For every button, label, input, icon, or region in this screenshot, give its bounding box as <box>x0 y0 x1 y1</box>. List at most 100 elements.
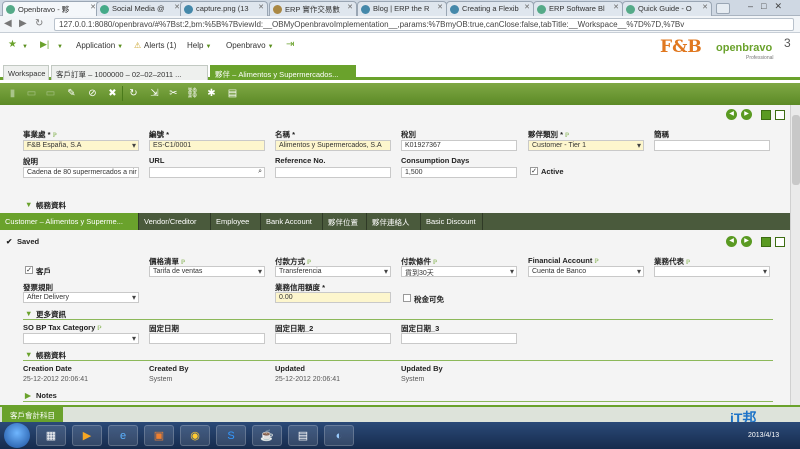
restore-icon[interactable] <box>775 237 785 247</box>
tab-business-partner[interactable]: 夥伴 – Alimentos y Supermercados... <box>210 65 356 80</box>
dropdown-icon[interactable]: ▼ <box>55 41 63 50</box>
subtab-customer[interactable]: Customer – Alimentos y Superme... <box>0 213 139 230</box>
financial-account-select[interactable]: Cuenta de Banco <box>528 266 644 277</box>
code-input[interactable]: ES-C1/0001 <box>149 140 265 151</box>
collapse-icon[interactable]: ▼ <box>25 200 32 209</box>
logout-icon[interactable]: ⇥ <box>286 39 294 50</box>
save-close-icon[interactable]: ▭ <box>43 86 58 101</box>
browser-tab[interactable]: Creating a Flexib ✕ <box>446 1 534 16</box>
reload-icon[interactable]: ↻ <box>35 19 43 29</box>
close-icon[interactable]: ✕ <box>347 3 353 11</box>
restore-icon[interactable] <box>775 110 785 120</box>
media-player-icon[interactable]: ▶ <box>72 425 102 446</box>
maximize-icon[interactable] <box>761 110 771 120</box>
close-icon[interactable]: ✕ <box>613 3 619 11</box>
invoice-rule-select[interactable]: After Delivery <box>23 292 139 303</box>
payment-terms-select[interactable]: 貨到30天 <box>401 266 517 277</box>
name-input[interactable]: Alimentos y Supermercados, S.A <box>275 140 391 151</box>
reference-input[interactable] <box>275 167 391 178</box>
undo-icon[interactable]: ⊘ <box>85 86 100 101</box>
close-icon[interactable]: ✕ <box>258 3 264 11</box>
short-name-input[interactable] <box>654 140 770 151</box>
close-icon[interactable]: ✕ <box>437 3 443 11</box>
scrollbar[interactable] <box>790 105 800 405</box>
next-record-icon[interactable]: ▶ <box>741 236 752 247</box>
openbravo-menu[interactable]: Openbravo ▼ <box>226 41 274 50</box>
description-input[interactable]: Cadena de 80 supermercados a nir <box>23 167 139 178</box>
tab-workspace[interactable]: Workspace <box>3 65 49 80</box>
expand-icon[interactable]: ▶ <box>25 391 31 400</box>
grid-icon[interactable]: ▤ <box>225 86 240 101</box>
browser-tab[interactable]: ERP Software Bl ✕ <box>533 1 623 16</box>
delete-icon[interactable]: ✖ <box>105 86 120 101</box>
fixed-date-input[interactable] <box>149 333 265 344</box>
collapse-icon[interactable]: ▼ <box>25 309 32 318</box>
browser-tab[interactable]: ERP 實作交易數 ✕ <box>269 1 357 16</box>
tax-input[interactable]: K01927367 <box>401 140 517 151</box>
close-icon[interactable]: ✕ <box>702 3 708 11</box>
attachment-icon[interactable]: ✂ <box>166 86 181 101</box>
export-icon[interactable]: ⇲ <box>147 86 162 101</box>
tab-customer-accounting[interactable]: 客戶會計科目 <box>2 407 63 422</box>
dropdown-icon[interactable]: ▼ <box>20 41 28 50</box>
new-icon[interactable]: ▮ <box>5 86 20 101</box>
customer-checkbox[interactable]: ✓ <box>25 266 33 274</box>
tax-exempt-checkbox[interactable] <box>403 294 411 302</box>
consumption-input[interactable]: 1,500 <box>401 167 517 178</box>
collapse-icon[interactable]: ▼ <box>25 350 32 359</box>
refresh-icon[interactable]: ↻ <box>126 86 141 101</box>
browser-tab[interactable]: Social Media @ ✕ <box>96 1 184 16</box>
save-icon[interactable]: ▭ <box>24 86 39 101</box>
window-controls[interactable]: –□✕ <box>748 1 798 14</box>
browser-tab[interactable]: Blog | ERP the R ✕ <box>357 1 447 16</box>
help-menu[interactable]: Help ▼ <box>187 41 211 50</box>
app-icon[interactable]: ◐ <box>324 425 354 446</box>
link-icon[interactable]: ⛓ <box>185 86 200 101</box>
ie-icon[interactable]: e <box>108 425 138 446</box>
subtab-basic-discount[interactable]: Basic Discount <box>421 213 483 230</box>
previous-record-icon[interactable]: ◀ <box>726 236 737 247</box>
search-icon[interactable]: ⌕ <box>258 168 262 176</box>
tools-icon[interactable]: ✱ <box>204 86 219 101</box>
so-tax-select[interactable] <box>23 333 139 344</box>
scrollbar-thumb[interactable] <box>792 115 800 185</box>
previous-record-icon[interactable]: ◀ <box>726 109 737 120</box>
next-record-icon[interactable]: ▶ <box>741 109 752 120</box>
new-document-icon[interactable]: ✎ <box>64 86 79 101</box>
subtab-contacts[interactable]: 夥伴連絡人 <box>367 213 421 230</box>
back-arrow-icon[interactable]: ◀ <box>4 19 12 29</box>
alerts-menu[interactable]: Alerts (1) <box>144 41 176 50</box>
skip-icon[interactable]: ▶| <box>40 39 49 50</box>
payment-method-select[interactable]: Transferencia <box>275 266 391 277</box>
application-menu[interactable]: Application ▼ <box>76 41 123 50</box>
new-tab-button[interactable] <box>716 3 730 14</box>
browser-tab[interactable]: Quick Guide - O ✕ <box>622 1 712 16</box>
forward-arrow-icon[interactable]: ▶ <box>19 19 27 29</box>
chrome-icon[interactable]: ◉ <box>180 425 210 446</box>
subtab-employee[interactable]: Employee <box>211 213 261 230</box>
active-checkbox[interactable]: ✓ <box>530 167 538 175</box>
subtab-locations[interactable]: 夥伴位置 <box>323 213 367 230</box>
start-button[interactable] <box>4 423 30 448</box>
photo-icon[interactable]: ▣ <box>144 425 174 446</box>
sales-rep-select[interactable] <box>654 266 770 277</box>
explorer-icon[interactable]: ▦ <box>36 425 66 446</box>
browser-tab[interactable]: capture.png (13 ✕ <box>180 1 268 16</box>
tab-sales-order[interactable]: 客戶訂單 – 1000000 – 02–02–2011 ... <box>51 65 208 80</box>
fixed-date-3-input[interactable] <box>401 333 517 344</box>
section-notes[interactable]: Notes <box>36 391 57 400</box>
java-icon[interactable]: ☕ <box>252 425 282 446</box>
fixed-date-2-input[interactable] <box>275 333 391 344</box>
org-select[interactable]: F&B España, S.A <box>23 140 139 151</box>
category-select[interactable]: Customer - Tier 1 <box>528 140 644 151</box>
subtab-bank-account[interactable]: Bank Account <box>261 213 323 230</box>
subtab-vendor[interactable]: Vendor/Creditor <box>139 213 211 230</box>
skype-icon[interactable]: S <box>216 425 246 446</box>
section-more[interactable]: 帳務資料 <box>36 200 66 211</box>
browser-tab[interactable]: Openbravo - 夥 ✕ <box>2 1 100 16</box>
maximize-icon[interactable] <box>761 237 771 247</box>
pricelist-select[interactable]: Tarifa de ventas <box>149 266 265 277</box>
credit-limit-input[interactable]: 0.00 <box>275 292 391 303</box>
url-input[interactable]: 127.0.0.1:8080/openbravo/#%7Bst:2,bm:%5B… <box>54 18 794 31</box>
server-icon[interactable]: ▤ <box>288 425 318 446</box>
